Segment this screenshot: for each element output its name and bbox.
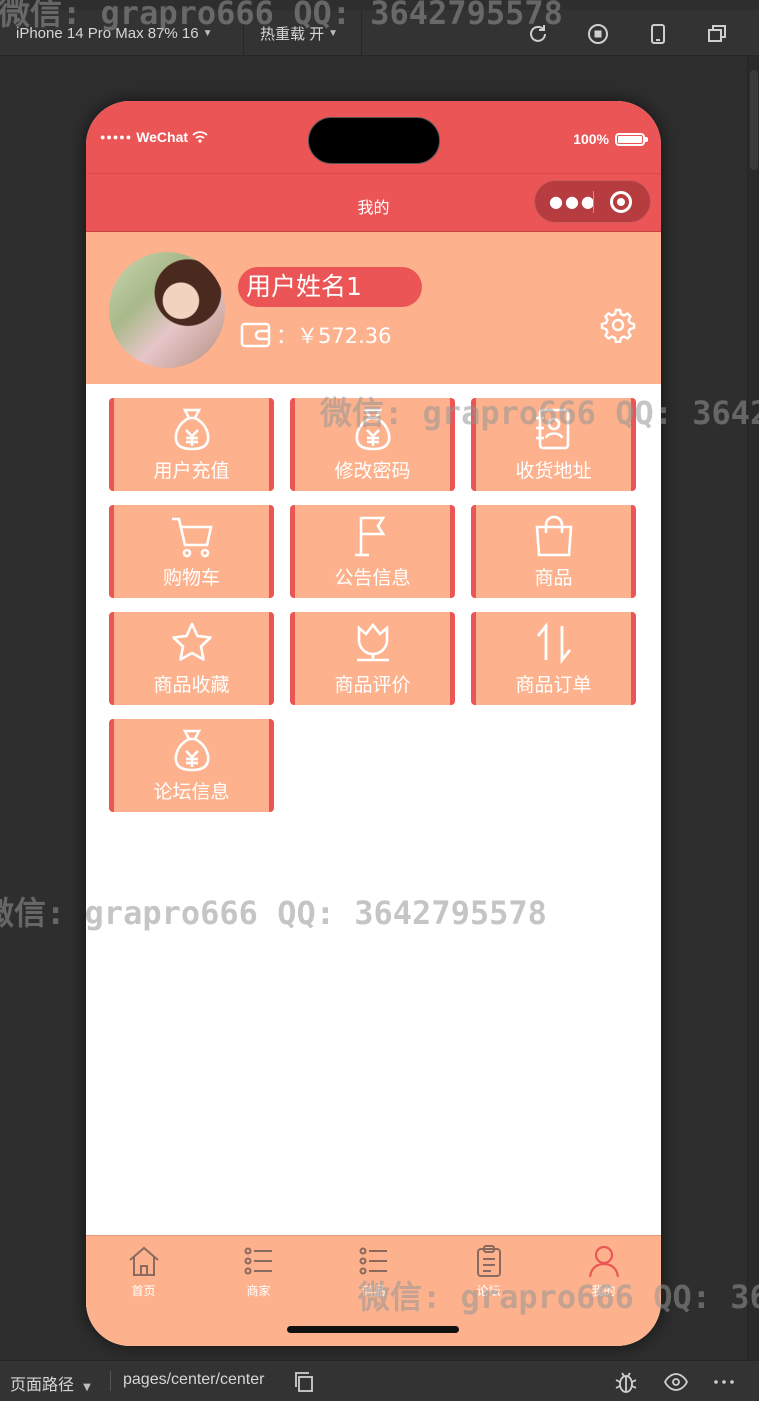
- capsule-divider: [593, 191, 594, 213]
- tile-label: 用户充值: [153, 460, 230, 482]
- gear-icon[interactable]: [600, 307, 636, 343]
- hot-reload-toggle[interactable]: 热重载 开 ▼: [244, 10, 362, 56]
- menu-tile-reviews[interactable]: 商品评价: [290, 612, 455, 705]
- money-bag-icon: [174, 408, 209, 451]
- balance-amount: ：￥572.36: [276, 324, 392, 348]
- stop-icon[interactable]: [587, 23, 609, 45]
- wallet-icon: [240, 322, 271, 348]
- clipboard-icon: [476, 1245, 501, 1277]
- page-path-label: 页面路径: [10, 1375, 75, 1394]
- tab-forum[interactable]: 论坛: [431, 1244, 546, 1299]
- sort-arrows-icon: [536, 622, 571, 664]
- page-path-bar: 页面路径 ▼ pages/center/center: [0, 1360, 759, 1401]
- menu-grid: 用户充值 修改密码 收货地址 购物车 公告信息 商品 商品收藏 商品评价 商品订…: [109, 398, 639, 812]
- simulator-toolbar: iPhone 14 Pro Max 87% 16 ▼ 热重载 开 ▼: [0, 10, 759, 56]
- tab-label: 首页: [131, 1284, 156, 1298]
- tab-label: 论坛: [476, 1284, 501, 1298]
- tab-label: 商家: [246, 1284, 271, 1298]
- copy-icon[interactable]: [292, 1370, 316, 1394]
- money-bag-icon: [174, 729, 209, 772]
- battery-icon: [615, 132, 648, 146]
- username-badge: 用户姓名1: [238, 267, 422, 307]
- scrollbar-track[interactable]: [747, 56, 759, 1360]
- tile-label: 修改密码: [334, 460, 411, 482]
- chevron-down-icon: ▼: [83, 1382, 91, 1393]
- tab-merchants[interactable]: 商家: [201, 1244, 316, 1299]
- menu-tile-address[interactable]: 收货地址: [471, 398, 636, 491]
- hot-reload-label: 热重载 开: [260, 25, 325, 43]
- battery-indicator: 100%: [573, 131, 648, 147]
- menu-tile-forum[interactable]: 论坛信息: [109, 719, 274, 812]
- device-selector-label: iPhone 14 Pro Max 87% 16: [16, 24, 199, 42]
- phone-simulator: ●●●●● WeChat 100% 我的 ●●● 用户姓名1 ：￥572.36 …: [86, 101, 661, 1346]
- tile-label: 商品订单: [515, 674, 592, 696]
- money-bag-icon: [355, 408, 390, 451]
- menu-tile-recharge[interactable]: 用户充值: [109, 398, 274, 491]
- tile-label: 论坛信息: [153, 781, 230, 803]
- carrier-indicator: ●●●●● WeChat: [100, 129, 208, 145]
- dynamic-island: [308, 117, 440, 164]
- more-icon[interactable]: ●●●: [549, 192, 597, 211]
- page-path-selector[interactable]: 页面路径 ▼: [10, 1371, 91, 1395]
- mini-program-capsule: ●●●: [534, 180, 651, 223]
- chevron-down-icon: ▼: [328, 27, 339, 39]
- tile-label: 商品评价: [334, 674, 411, 696]
- tile-label: 购物车: [162, 567, 220, 589]
- tile-label: 商品收藏: [153, 674, 230, 696]
- more-icon[interactable]: [712, 1370, 736, 1394]
- user-icon: [588, 1245, 619, 1278]
- list-icon: [244, 1247, 272, 1275]
- menu-tile-orders[interactable]: 商品订单: [471, 612, 636, 705]
- carrier-label: WeChat: [136, 129, 189, 145]
- star-icon: [171, 622, 212, 661]
- tile-label: 商品: [534, 567, 573, 589]
- divider: [110, 1371, 111, 1391]
- shopping-bag-icon: [535, 515, 572, 557]
- list-icon: [359, 1247, 387, 1275]
- address-book-icon: [535, 408, 569, 450]
- chevron-down-icon: ▼: [202, 27, 213, 39]
- refresh-icon[interactable]: [527, 23, 549, 45]
- tile-label: 公告信息: [334, 567, 411, 589]
- menu-tile-favorites[interactable]: 商品收藏: [109, 612, 274, 705]
- tab-products[interactable]: 商品: [316, 1244, 431, 1299]
- battery-percent: 100%: [573, 131, 609, 147]
- home-indicator: [287, 1326, 459, 1333]
- close-mini-program-icon[interactable]: [610, 191, 632, 213]
- status-bar: ●●●●● WeChat 100%: [86, 101, 661, 173]
- tab-mine[interactable]: 我的: [546, 1244, 661, 1299]
- bug-icon[interactable]: [614, 1370, 638, 1394]
- tab-home[interactable]: 首页: [86, 1244, 201, 1299]
- avatar[interactable]: [109, 252, 225, 368]
- balance-row: ：￥572.36: [240, 320, 391, 350]
- wifi-icon: [192, 131, 208, 143]
- eye-icon[interactable]: [664, 1370, 688, 1394]
- profile-header: 用户姓名1 ：￥572.36: [86, 232, 661, 384]
- tab-label: 我的: [591, 1284, 616, 1298]
- menu-tile-products[interactable]: 商品: [471, 505, 636, 598]
- scrollbar-thumb[interactable]: [750, 70, 758, 170]
- cart-icon: [171, 517, 213, 558]
- home-icon: [128, 1246, 159, 1276]
- flag-icon: [354, 516, 385, 557]
- detach-window-icon[interactable]: [706, 23, 728, 45]
- navigation-bar: 我的 ●●●: [86, 173, 661, 232]
- menu-tile-change-password[interactable]: 修改密码: [290, 398, 455, 491]
- page-path-value: pages/center/center: [123, 1371, 265, 1388]
- menu-tile-announcements[interactable]: 公告信息: [290, 505, 455, 598]
- tile-label: 收货地址: [515, 460, 592, 482]
- menu-tile-cart[interactable]: 购物车: [109, 505, 274, 598]
- device-selector[interactable]: iPhone 14 Pro Max 87% 16 ▼: [8, 10, 244, 56]
- signal-icon: ●●●●●: [100, 132, 133, 142]
- tulip-icon: [356, 622, 389, 662]
- phone-icon[interactable]: [647, 23, 669, 45]
- tab-label: 商品: [361, 1284, 386, 1298]
